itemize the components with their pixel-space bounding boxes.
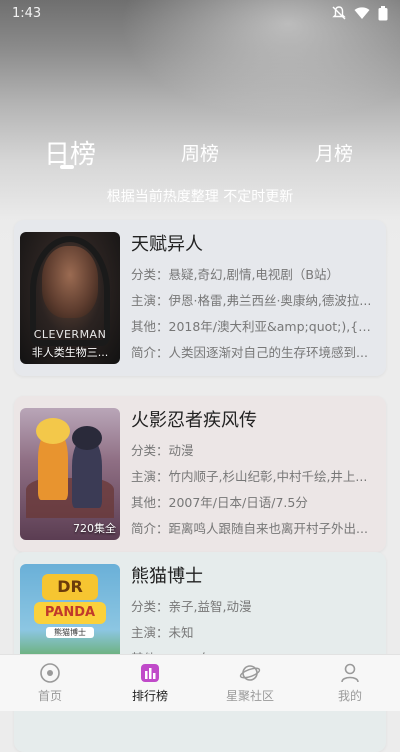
poster-caption: 非人类生物三... (31, 346, 109, 359)
home-icon (40, 663, 60, 683)
poster-logo-text: PANDA (34, 602, 106, 624)
poster-logo-text: DR (42, 574, 98, 600)
nav-label: 我的 (337, 689, 362, 703)
poster-logo-text: CLEVERMAN (33, 328, 107, 341)
poster-face-shape (42, 246, 98, 318)
active-tab-indicator (60, 165, 74, 169)
item-title: 熊猫博士 (131, 566, 203, 587)
list-item[interactable]: DR PANDA 熊猫博士 熊猫博士 分类：亲子,益智,动漫 主演：未知 其他：… (14, 552, 386, 752)
item-category: 分类：亲子,益智,动漫 (131, 599, 252, 614)
list-item[interactable]: 720集全 火影忍者疾风传 分类：动漫 主演：竹内顺子,杉山纪彰,中村千绘,井上… (14, 396, 386, 552)
tab-weekly[interactable]: 周榜 (181, 139, 219, 166)
item-info: 火影忍者疾风传 分类：动漫 主演：竹内顺子,杉山纪彰,中村千绘,井上... 其他… (131, 406, 381, 542)
item-cast: 主演：未知 (131, 625, 194, 640)
status-time: 1:43 (12, 5, 42, 21)
nav-label: 首页 (37, 689, 62, 703)
profile-icon (341, 663, 359, 683)
nav-label: 排行榜 (131, 689, 168, 703)
item-title: 天赋异人 (131, 234, 203, 255)
list-item[interactable]: CLEVERMAN 非人类生物三... 天赋异人 分类：悬疑,奇幻,剧情,电视剧… (14, 220, 386, 376)
wifi-icon (354, 7, 370, 19)
no-bell-icon (332, 6, 346, 20)
nav-home[interactable]: 首页 (0, 655, 100, 711)
item-intro: 简介：人类因逐渐对自己的生存环境感到... (131, 345, 368, 360)
nav-label: 星聚社区 (225, 689, 274, 703)
item-category: 分类：动漫 (131, 443, 194, 458)
poster-image[interactable]: 720集全 (20, 408, 120, 540)
item-cast: 主演：伊恩·格雷,弗兰西丝·奥康纳,德波拉... (131, 293, 372, 308)
tab-monthly[interactable]: 月榜 (315, 139, 353, 166)
poster-figure-shape (36, 418, 70, 444)
item-title: 火影忍者疾风传 (131, 410, 257, 431)
poster-caption: 720集全 (73, 522, 116, 535)
poster-image[interactable]: CLEVERMAN 非人类生物三... (20, 232, 120, 364)
item-category: 分类：悬疑,奇幻,剧情,电视剧（B站） (131, 267, 339, 282)
item-intro: 简介：距离鸣人跟随自来也离开村子外出... (131, 521, 368, 536)
item-info: 天赋异人 分类：悬疑,奇幻,剧情,电视剧（B站） 主演：伊恩·格雷,弗兰西丝·奥… (131, 230, 381, 366)
poster-figure-shape (72, 426, 102, 450)
nav-profile[interactable]: 我的 (300, 655, 400, 711)
item-cast: 主演：竹内顺子,杉山纪彰,中村千绘,井上... (131, 469, 368, 484)
planet-icon (239, 665, 261, 681)
poster-subtitle: 熊猫博士 (46, 627, 94, 638)
nav-ranking[interactable]: 排行榜 (100, 655, 200, 711)
status-icons (332, 5, 388, 21)
item-other: 其他：2018年/澳大利亚&amp;quot;),{&a... (131, 319, 378, 334)
ranking-subtitle: 根据当前热度整理 不定时更新 (106, 189, 294, 205)
nav-community[interactable]: 星聚社区 (200, 655, 300, 711)
ranking-tabs: 日榜 周榜 月榜 (0, 130, 400, 170)
battery-icon (378, 5, 388, 20)
ranking-icon (141, 664, 159, 682)
bottom-nav: 首页 排行榜 星聚社区 我的 (0, 654, 400, 711)
item-other: 其他：2007年/日本/日语/7.5分 (131, 495, 308, 510)
status-bar: 1:43 (0, 0, 400, 26)
